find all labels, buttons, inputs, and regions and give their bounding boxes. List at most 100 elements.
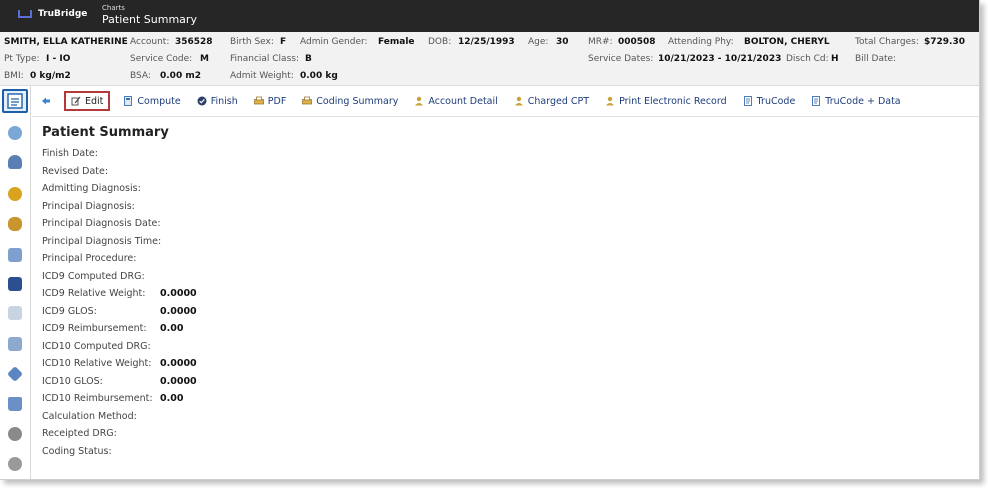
summary-field-label: ICD9 Reimbursement: bbox=[42, 323, 147, 334]
summary-field-row: Admitting Diagnosis: bbox=[42, 183, 161, 201]
financial-class-value: B bbox=[305, 54, 312, 64]
age-value: 30 bbox=[556, 37, 569, 47]
breadcrumb[interactable]: Charts bbox=[102, 4, 125, 12]
account-label: Account: bbox=[130, 37, 170, 47]
summary-field-label: Revised Date: bbox=[42, 165, 109, 177]
check-circle-icon bbox=[197, 96, 207, 106]
mrn-value: 000508 bbox=[618, 37, 656, 47]
settings-icon[interactable] bbox=[8, 457, 22, 471]
clock-icon[interactable] bbox=[8, 187, 22, 201]
sidebar-item-charts[interactable] bbox=[2, 89, 28, 113]
patient-name: SMITH, ELLA KATHERINE bbox=[4, 37, 128, 47]
bsa-value: 0.00 m2 bbox=[160, 71, 201, 81]
cloud-icon[interactable] bbox=[8, 126, 22, 140]
pt-type-label: Pt Type: bbox=[4, 54, 40, 64]
bmi-value: 0 kg/m2 bbox=[30, 71, 71, 81]
finish-button[interactable]: Finish bbox=[194, 91, 241, 111]
account-detail-label: Account Detail bbox=[428, 95, 498, 107]
mrn-label: MR#: bbox=[588, 37, 613, 47]
total-charges-value: $729.30 bbox=[924, 37, 965, 47]
bill-date-label: Bill Date: bbox=[855, 54, 897, 64]
disch-cd-value: H bbox=[831, 54, 839, 64]
summary-field-row: Principal Diagnosis Date: bbox=[42, 218, 161, 236]
coding-summary-button[interactable]: Coding Summary bbox=[299, 91, 401, 111]
finish-label: Finish bbox=[210, 95, 238, 107]
service-code-label: Service Code: bbox=[130, 54, 193, 64]
book-icon[interactable] bbox=[8, 277, 22, 291]
age-label: Age: bbox=[528, 37, 549, 47]
birth-sex-value: F bbox=[280, 37, 287, 47]
summary-field-row: Principal Procedure: bbox=[42, 253, 161, 271]
trucode-button[interactable]: TruCode bbox=[740, 91, 799, 111]
arrow-left-icon bbox=[42, 97, 50, 105]
summary-field-value: 0.0000 bbox=[160, 305, 197, 317]
summary-field-row: ICD10 Relative Weight: 0.0000 bbox=[42, 358, 197, 376]
trucode-data-button[interactable]: TruCode + Data bbox=[808, 91, 903, 111]
summary-field-value: 0.00 bbox=[160, 393, 184, 404]
bsa-label: BSA: bbox=[130, 71, 151, 81]
print-electronic-record-button[interactable]: Print Electronic Record bbox=[602, 91, 730, 111]
admin-gender-label: Admin Gender: bbox=[300, 37, 368, 47]
dob-value: 12/25/1993 bbox=[458, 37, 515, 47]
pdf-button[interactable]: PDF bbox=[251, 91, 290, 111]
admin-gender-value: Female bbox=[378, 37, 415, 47]
page-heading: Patient Summary bbox=[102, 13, 197, 26]
charts-icon bbox=[7, 93, 23, 109]
summary-field-value: 0.0000 bbox=[160, 375, 197, 387]
person-icon[interactable] bbox=[8, 155, 22, 169]
summary-field-row: Principal Diagnosis: bbox=[42, 201, 161, 219]
trucode-label: TruCode bbox=[756, 95, 796, 107]
summary-field-label: Receipted DRG: bbox=[42, 428, 117, 439]
note-icon[interactable] bbox=[8, 306, 22, 320]
brand-logo[interactable]: TruBridge bbox=[18, 9, 87, 19]
summary-field-label: Principal Diagnosis: bbox=[42, 200, 135, 212]
trucode-data-label: TruCode + Data bbox=[825, 95, 901, 107]
summary-field-row: Finish Date: bbox=[42, 148, 161, 166]
tag-icon[interactable] bbox=[7, 366, 23, 382]
summary-field-label: Coding Status: bbox=[42, 445, 112, 457]
service-dates-label: Service Dates: bbox=[588, 54, 654, 64]
print-electronic-record-label: Print Electronic Record bbox=[619, 95, 727, 107]
bmi-label: BMI: bbox=[4, 71, 24, 81]
summary-field-label: Principal Diagnosis Time: bbox=[42, 235, 162, 247]
summary-field-label: Principal Diagnosis Date: bbox=[42, 218, 161, 229]
attending-value: BOLTON, CHERYL bbox=[744, 37, 830, 47]
brand-name: TruBridge bbox=[38, 9, 88, 19]
edit-label: Edit bbox=[85, 95, 104, 107]
people-icon[interactable] bbox=[8, 217, 22, 231]
top-bar: TruBridge Charts Patient Summary bbox=[0, 0, 979, 32]
summary-field-row: Principal Diagnosis Time: bbox=[42, 236, 161, 254]
summary-field-label: ICD9 Relative Weight: bbox=[42, 288, 146, 299]
summary-field-label: Finish Date: bbox=[42, 148, 98, 159]
printer-icon bbox=[253, 96, 264, 105]
charged-cpt-label: Charged CPT bbox=[527, 95, 590, 107]
summary-field-label: Principal Procedure: bbox=[42, 253, 137, 264]
total-charges-label: Total Charges: bbox=[855, 37, 919, 47]
account-value: 356528 bbox=[175, 37, 213, 47]
financial-class-label: Financial Class: bbox=[230, 54, 299, 64]
summary-field-label: ICD10 Reimbursement: bbox=[42, 393, 153, 404]
edit-button[interactable]: Edit bbox=[64, 91, 111, 111]
left-sidebar bbox=[0, 86, 31, 479]
account-detail-button[interactable]: Account Detail bbox=[411, 91, 500, 111]
summary-field-row: Coding Status: bbox=[42, 446, 161, 464]
globe-icon[interactable] bbox=[8, 427, 22, 441]
person-warning-icon bbox=[606, 96, 615, 106]
summary-field-row: ICD10 Reimbursement: 0.00 bbox=[42, 393, 183, 411]
home-icon[interactable] bbox=[8, 397, 22, 411]
compute-button[interactable]: Compute bbox=[120, 91, 183, 111]
document-icon bbox=[812, 96, 821, 106]
summary-field-label: ICD9 Computed DRG: bbox=[42, 270, 145, 282]
birth-sex-label: Birth Sex: bbox=[230, 37, 274, 47]
charged-cpt-button[interactable]: Charged CPT bbox=[511, 91, 592, 111]
person-warning-icon bbox=[514, 96, 523, 106]
document-icon[interactable] bbox=[8, 248, 22, 262]
summary-field-row: ICD9 Reimbursement: 0.00 bbox=[42, 323, 183, 341]
service-code-value: M bbox=[200, 54, 209, 64]
attending-label: Attending Phy: bbox=[668, 37, 734, 47]
admit-weight-value: 0.00 kg bbox=[300, 71, 338, 81]
summary-field-row: ICD10 GLOS: 0.0000 bbox=[42, 376, 197, 394]
back-button[interactable] bbox=[38, 91, 58, 111]
dob-label: DOB: bbox=[428, 37, 452, 47]
file-icon[interactable] bbox=[8, 337, 22, 351]
